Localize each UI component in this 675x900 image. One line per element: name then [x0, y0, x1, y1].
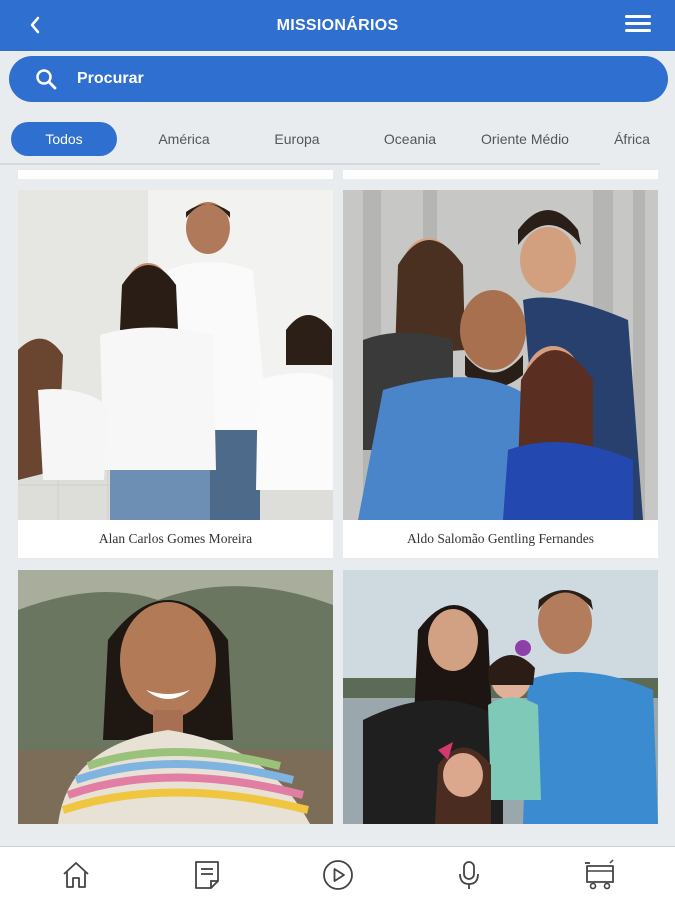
nav-notes-button[interactable]: [189, 857, 225, 893]
family-photo: [18, 190, 333, 520]
tab-todos[interactable]: Todos: [11, 122, 117, 156]
tab-oceania[interactable]: Oceania: [366, 122, 454, 156]
cart-icon: [585, 859, 614, 890]
missionary-name: Aldo Salomão Gentling Fernandes: [406, 531, 595, 546]
missionary-name: Alan Carlos Gomes Moreira: [98, 531, 253, 546]
tab-europa[interactable]: Europa: [255, 122, 339, 156]
chevron-left-icon: [30, 16, 40, 34]
card-partial: [343, 170, 658, 179]
search-label: Procurar: [77, 70, 144, 87]
nav-audio-button[interactable]: [451, 857, 487, 893]
nav-store-button[interactable]: [582, 857, 618, 893]
bottom-navigation: [0, 846, 675, 900]
hamburger-menu-icon: [625, 15, 651, 18]
menu-button[interactable]: [625, 15, 651, 35]
back-button[interactable]: [24, 13, 46, 37]
portrait-photo: [18, 570, 333, 824]
microphone-icon: [459, 861, 479, 889]
tabs-divider: [0, 163, 600, 165]
region-tabs: Todos América Europa Oceania Oriente Méd…: [0, 118, 675, 162]
tab-america[interactable]: América: [140, 122, 228, 156]
missionary-card[interactable]: [343, 570, 658, 824]
missionary-card[interactable]: Alan Carlos Gomes Moreira: [18, 190, 333, 558]
nav-home-button[interactable]: [58, 857, 94, 893]
top-app-bar: MISSIONÁRIOS: [0, 0, 675, 51]
notes-icon: [195, 861, 219, 889]
family-photo: [343, 570, 658, 824]
tab-africa[interactable]: África: [603, 122, 661, 156]
missionary-card[interactable]: Aldo Salomão Gentling Fernandes: [343, 190, 658, 558]
home-icon: [63, 862, 89, 888]
family-photo: [343, 190, 658, 520]
card-partial: [18, 170, 333, 179]
play-icon: [323, 860, 353, 890]
missionary-card[interactable]: [18, 570, 333, 824]
search-bar[interactable]: Procurar: [9, 56, 668, 102]
nav-play-button[interactable]: [320, 857, 356, 893]
page-title: MISSIONÁRIOS: [276, 16, 399, 34]
search-icon: [36, 69, 57, 90]
tab-oriente-medio[interactable]: Oriente Médio: [472, 122, 578, 156]
